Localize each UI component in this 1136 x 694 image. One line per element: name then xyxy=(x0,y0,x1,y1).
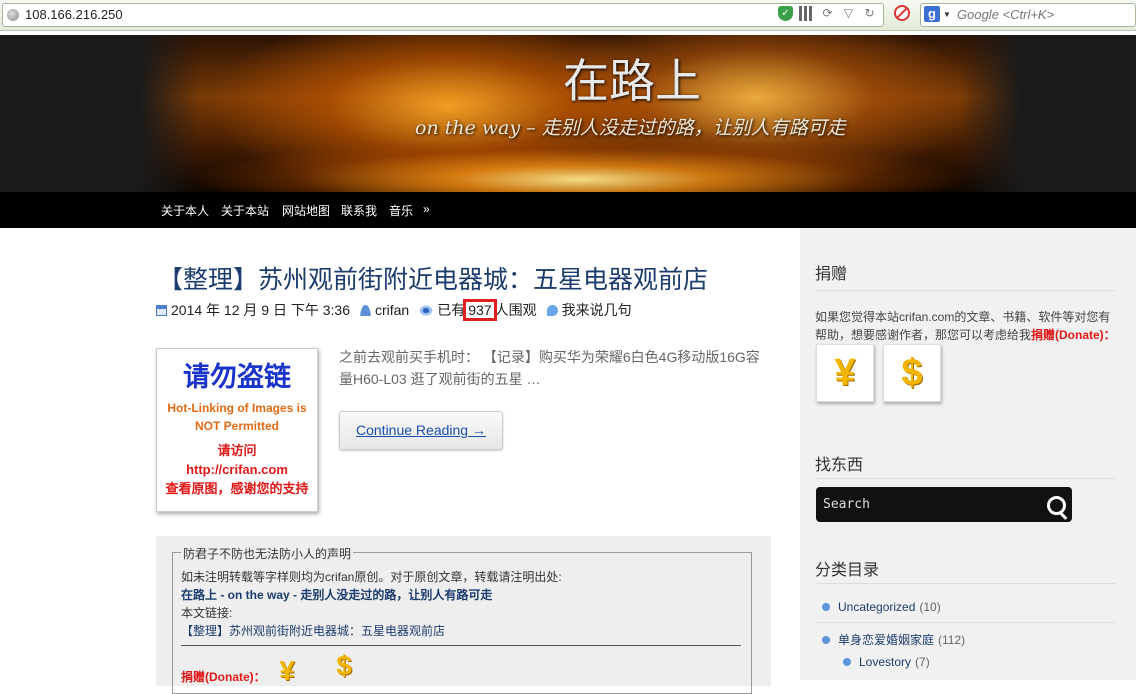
thumb-line2a: Hot-Linking of Images is xyxy=(167,401,307,415)
category-item[interactable]: Uncategorized (10) xyxy=(822,600,941,614)
main-nav: 关于本人 关于本站 网站地图 联系我 音乐 » xyxy=(0,192,1136,228)
google-icon[interactable]: g xyxy=(924,6,940,22)
shield-icon[interactable]: ✓ xyxy=(778,6,793,21)
browser-search-field[interactable]: g ▼ Google <Ctrl+K> xyxy=(920,3,1136,27)
site-title[interactable]: 在路上 xyxy=(563,45,701,111)
category-divider xyxy=(815,622,1115,623)
views-icon xyxy=(419,304,434,316)
bullet-icon xyxy=(843,658,851,666)
donate-link[interactable]: 捐赠(Donate)： xyxy=(1031,328,1116,342)
comment-icon xyxy=(546,304,558,316)
thumb-line3c: 查看原图，感谢您的支持 xyxy=(165,481,309,496)
declaration-line1: 如未注明转载等字样则均为crifan原创。对于原创文章，转载请注明出处: xyxy=(181,570,562,584)
declaration-fieldset: 防君子不防也无法防小人的声明 如未注明转载等字样则均为crifan原创。对于原创… xyxy=(172,545,752,694)
address-bar[interactable]: 108.166.216.250 ✓ ⟳ ▽ ↻ xyxy=(2,3,884,27)
find-heading: 找东西 xyxy=(815,457,864,474)
site-tagline: on the way – 走别人没走过的路，让别人有路可走 xyxy=(415,117,846,139)
post-excerpt: 之前去观前买手机时： 【记录】购买华为荣耀6白色4G移动版16G容量H60-L0… xyxy=(339,349,760,387)
declaration-line3: 本文链接: xyxy=(181,606,233,620)
site-header: 在路上 on the way – 走别人没走过的路，让别人有路可走 xyxy=(0,35,1136,192)
categories-heading: 分类目录 xyxy=(815,562,880,579)
main-content: 【整理】苏州观前街附近电器城：五星电器观前店 2014 年 12 月 9 日 下… xyxy=(0,228,800,694)
views-suffix: 人围观 xyxy=(494,302,537,318)
declaration-divider xyxy=(181,645,741,646)
post-title[interactable]: 【整理】苏州观前街附近电器城：五星电器观前店 xyxy=(158,260,708,296)
category-count: (112) xyxy=(938,632,966,647)
author-icon xyxy=(359,304,371,316)
qr-code-icon[interactable] xyxy=(799,6,814,21)
block-icon[interactable] xyxy=(894,5,910,21)
thumb-line3a: 请访问 xyxy=(217,443,257,458)
dropdown-icon[interactable]: ▽ xyxy=(841,6,856,21)
bullet-icon xyxy=(822,635,830,644)
declaration-site-link[interactable]: 在路上 - on the way - 走别人没走过的路，让别人有路可走 xyxy=(181,586,492,603)
post-meta: 2014 年 12 月 9 日 下午 3:36 crifan 已有 937 人围… xyxy=(156,299,632,321)
browser-search-placeholder[interactable]: Google <Ctrl+K> xyxy=(957,7,1054,22)
views-prefix: 已有 xyxy=(437,302,466,318)
refresh-icon[interactable]: ⟳ xyxy=(820,6,835,21)
declaration-legend: 防君子不防也无法防小人的声明 xyxy=(181,545,354,562)
category-item[interactable]: 单身恋爱婚姻家庭 (112) xyxy=(822,631,965,648)
category-name[interactable]: Lovestory xyxy=(859,655,911,669)
thumb-line1: 请勿盗链 xyxy=(183,362,291,392)
thumb-line2: Hot-Linking of Images is NOT Permitted xyxy=(157,399,317,435)
yuan-icon[interactable]: ¥ xyxy=(273,656,301,686)
header-fade-right xyxy=(960,35,1020,192)
thumb-line3: 请访问 http://crifan.com 查看原图，感谢您的支持 xyxy=(157,441,317,498)
donate-rule xyxy=(815,290,1115,291)
continue-reading-button[interactable]: Continue Reading → xyxy=(339,411,503,450)
yuan-donate-icon[interactable]: ¥ xyxy=(816,344,874,402)
search-icon[interactable] xyxy=(1047,496,1066,515)
declaration-box: 防君子不防也无法防小人的声明 如未注明转载等字样则均为crifan原创。对于原创… xyxy=(156,536,771,694)
declaration-post-link[interactable]: 【整理】苏州观前街附近电器城：五星电器观前店 xyxy=(181,622,445,639)
nav-item-contact[interactable]: 联系我 xyxy=(341,202,377,219)
find-rule xyxy=(815,478,1115,479)
calendar-icon xyxy=(156,304,167,316)
post-author[interactable]: crifan xyxy=(375,302,409,318)
address-url[interactable]: 108.166.216.250 xyxy=(25,7,123,22)
category-name[interactable]: Uncategorized xyxy=(838,600,915,614)
dollar-icon[interactable]: $ xyxy=(330,651,358,681)
nav-item-sitemap[interactable]: 网站地图 xyxy=(282,202,330,219)
declaration-donate-label[interactable]: 捐赠(Donate)： xyxy=(181,668,266,685)
post-thumbnail[interactable]: 请勿盗链 Hot-Linking of Images is NOT Permit… xyxy=(156,348,318,512)
nav-item-music[interactable]: 音乐 xyxy=(389,202,413,219)
dollar-donate-icon[interactable]: $ xyxy=(883,344,941,402)
category-count: (10) xyxy=(919,600,941,614)
views-count: 937 xyxy=(463,299,497,321)
donate-text: 如果您觉得本站crifan.com的文章、书籍、软件等对您有帮助，想要感谢作者，… xyxy=(815,308,1120,344)
category-name[interactable]: 单身恋爱婚姻家庭 xyxy=(838,631,934,648)
browser-toolbar: 108.166.216.250 ✓ ⟳ ▽ ↻ g ▼ Google <Ctrl… xyxy=(0,0,1136,31)
thumb-line2b: NOT Permitted xyxy=(194,419,279,433)
donate-heading: 捐赠 xyxy=(815,266,848,283)
comments-link[interactable]: 我来说几句 xyxy=(562,300,632,320)
nav-item-about-site[interactable]: 关于本站 xyxy=(221,202,269,219)
category-item[interactable]: Lovestory (7) xyxy=(843,655,930,669)
search-placeholder[interactable]: Search xyxy=(823,497,870,512)
header-fade-left xyxy=(140,35,200,192)
thumb-line3b: http://crifan.com xyxy=(186,462,288,477)
bullet-icon xyxy=(822,603,830,611)
post-date[interactable]: 2014 年 12 月 9 日 下午 3:36 xyxy=(171,300,350,320)
nav-more-icon[interactable]: » xyxy=(423,202,430,216)
chevron-down-icon[interactable]: ▼ xyxy=(943,10,951,19)
nav-item-about-me[interactable]: 关于本人 xyxy=(161,202,209,219)
globe-icon xyxy=(7,9,19,21)
categories-rule xyxy=(815,583,1115,584)
reload-icon[interactable]: ↻ xyxy=(862,6,877,21)
category-count: (7) xyxy=(915,655,930,669)
sidebar-search-input[interactable]: Search xyxy=(816,487,1072,522)
